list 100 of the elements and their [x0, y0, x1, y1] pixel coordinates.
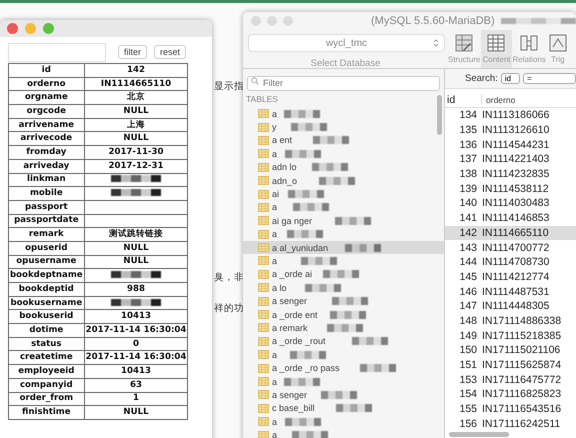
zoom-button[interactable] — [283, 16, 293, 26]
button[interactable]: reset — [154, 45, 186, 59]
field-name-cell: linkman — [8, 173, 84, 187]
operator-dropdown[interactable]: = — [523, 73, 576, 84]
table-cell: IN171116825823 — [481, 388, 562, 400]
table-cell: IN171116543516 — [481, 403, 562, 416]
field-name-cell: companyid — [8, 378, 84, 392]
scrollbar[interactable] — [449, 432, 510, 437]
field-name-cell: orgcode — [8, 104, 84, 118]
table-row[interactable]: 135 IN1113126610 — [445, 122, 576, 138]
table-list-item[interactable]: adn lo — [243, 160, 444, 174]
field-name-cell: arrivename — [8, 118, 84, 132]
table-row[interactable]: 153 IN171116475772 — [445, 372, 576, 388]
close-button[interactable] — [251, 16, 261, 26]
table-list-item[interactable]: a _orde ent — [243, 308, 444, 322]
table-row[interactable]: 154 IN171116825823 — [445, 387, 576, 402]
field-name-cell: bookusername — [8, 296, 84, 310]
table-list-item[interactable]: a — [243, 414, 444, 428]
table-cell: IN171116242511 — [481, 418, 560, 430]
field-name-cell: arrivecode — [8, 132, 84, 146]
button[interactable]: filter — [118, 45, 148, 59]
column-header[interactable]: id — [445, 94, 482, 106]
field-value-cell: 2017-12-31 — [84, 159, 188, 173]
field-value-cell: 2017-11-14 16:30:04 — [84, 324, 188, 338]
table-cell: IN1114708730 — [481, 256, 550, 268]
table-list-item[interactable]: a lo — [243, 281, 444, 294]
table-list-item[interactable]: adn_o — [243, 174, 444, 188]
field-name-cell: arriveday — [8, 159, 84, 173]
table-list-item[interactable]: y — [243, 120, 444, 134]
table-list-item[interactable]: a al_yuniudan — [243, 240, 444, 254]
table-pencil-icon — [454, 33, 474, 53]
table-cell: IN1114665110 — [481, 226, 549, 239]
table-cell-text: 151 — [458, 359, 478, 372]
field-value-cell: 988 — [84, 282, 188, 296]
table-list-item[interactable]: a remark — [243, 321, 444, 335]
zoom-button[interactable] — [43, 23, 54, 34]
page-text: 显示指 — [214, 80, 244, 93]
minimize-button[interactable] — [25, 23, 36, 34]
field-name-cell: orgname — [8, 90, 84, 105]
table-row[interactable]: 155 IN171116543516 — [445, 402, 576, 416]
table-row[interactable]: 139 IN1114538112 — [445, 181, 576, 196]
table-cell: IN171115218385 — [481, 330, 562, 342]
table-list-item[interactable]: a — [243, 428, 444, 438]
minimize-button[interactable] — [267, 16, 277, 26]
table-row[interactable]: 144 IN1114708730 — [445, 254, 576, 270]
table-cell-text: 143 — [458, 242, 478, 254]
scrollbar[interactable] — [437, 95, 442, 135]
table-row[interactable]: 140 IN1114030483 — [445, 196, 576, 211]
table-list-item[interactable]: ai — [243, 187, 444, 201]
column-header[interactable]: orderno — [481, 94, 516, 104]
filter-field[interactable]: Filter — [247, 76, 440, 90]
table-row[interactable]: 136 IN1114544231 — [445, 137, 576, 152]
table-list-item[interactable]: a senger — [243, 388, 444, 402]
search-icon — [251, 77, 259, 85]
table-list-item[interactable]: a _orde _ro pass — [243, 361, 444, 375]
table-list-item[interactable]: a — [243, 348, 444, 362]
table-row[interactable]: 142 IN1114665110 — [445, 226, 576, 240]
table-row[interactable]: 141 IN1114146853 — [445, 210, 576, 226]
table-list-item[interactable]: a — [243, 374, 444, 388]
table-list-item[interactable]: c base_bill — [243, 402, 444, 415]
table-row[interactable]: 149 IN171115218385 — [445, 328, 576, 343]
table-cell: IN1114700772 — [481, 242, 550, 254]
table-row[interactable]: 134 IN1113186066 — [445, 108, 576, 123]
window-title: (MySQL 5.5.60-MariaDB) — [371, 15, 495, 27]
table-row[interactable]: 148 IN171114886338 — [445, 314, 576, 328]
table-cell-text: 145 — [458, 270, 478, 283]
table-row[interactable]: 143 IN1114700772 — [445, 240, 576, 255]
field-value-cell: NULL — [84, 255, 188, 269]
table-row[interactable]: 146 IN1114487531 — [445, 284, 576, 299]
table-list-item[interactable]: ai ga nger — [243, 214, 444, 228]
table-cell: IN171115625874 — [481, 359, 562, 372]
field-name-cell: opuserid — [8, 241, 84, 256]
grid-icon — [486, 33, 506, 53]
filter-field[interactable] — [8, 42, 106, 62]
table-list-item[interactable]: a — [243, 228, 444, 241]
table-row[interactable]: 137 IN1114221403 — [445, 152, 576, 167]
table-list-item[interactable]: a _orde _rout — [243, 334, 444, 348]
field-name-cell: bookdeptid — [8, 282, 84, 296]
table-list-item[interactable]: a — [243, 147, 444, 161]
table-row[interactable]: 150 IN171115021106 — [445, 343, 576, 358]
table-row[interactable]: 156 IN171116242511 — [445, 416, 576, 432]
close-button[interactable] — [7, 23, 18, 34]
table-row[interactable]: 151 IN171115625874 — [445, 358, 576, 372]
table-cell-text: 148 — [458, 314, 478, 327]
table-list-item[interactable]: a — [243, 107, 444, 120]
table-list-item[interactable]: a ent — [243, 134, 444, 148]
table-row[interactable]: 138 IN1114232835 — [445, 166, 576, 182]
table-list-item[interactable]: a _orde ai — [243, 268, 444, 282]
table-row[interactable]: 147 IN1114448305 — [445, 298, 576, 314]
column-dropdown[interactable]: id — [500, 73, 520, 84]
field-name-cell: bookuserid — [8, 310, 84, 324]
table-list-item[interactable]: a — [243, 254, 444, 268]
table-list-item[interactable]: a senger — [243, 294, 444, 308]
field-value-cell: NULL — [84, 132, 188, 146]
field-name-cell: status — [8, 337, 84, 351]
table-row[interactable]: 145 IN1114212774 — [445, 270, 576, 284]
database-dropdown[interactable]: wycl_tmc — [248, 34, 445, 52]
table-list-item[interactable]: a — [243, 200, 444, 214]
field-value-cell: IN1114665110 — [84, 77, 188, 91]
select-database-label: Select Database — [310, 58, 382, 69]
